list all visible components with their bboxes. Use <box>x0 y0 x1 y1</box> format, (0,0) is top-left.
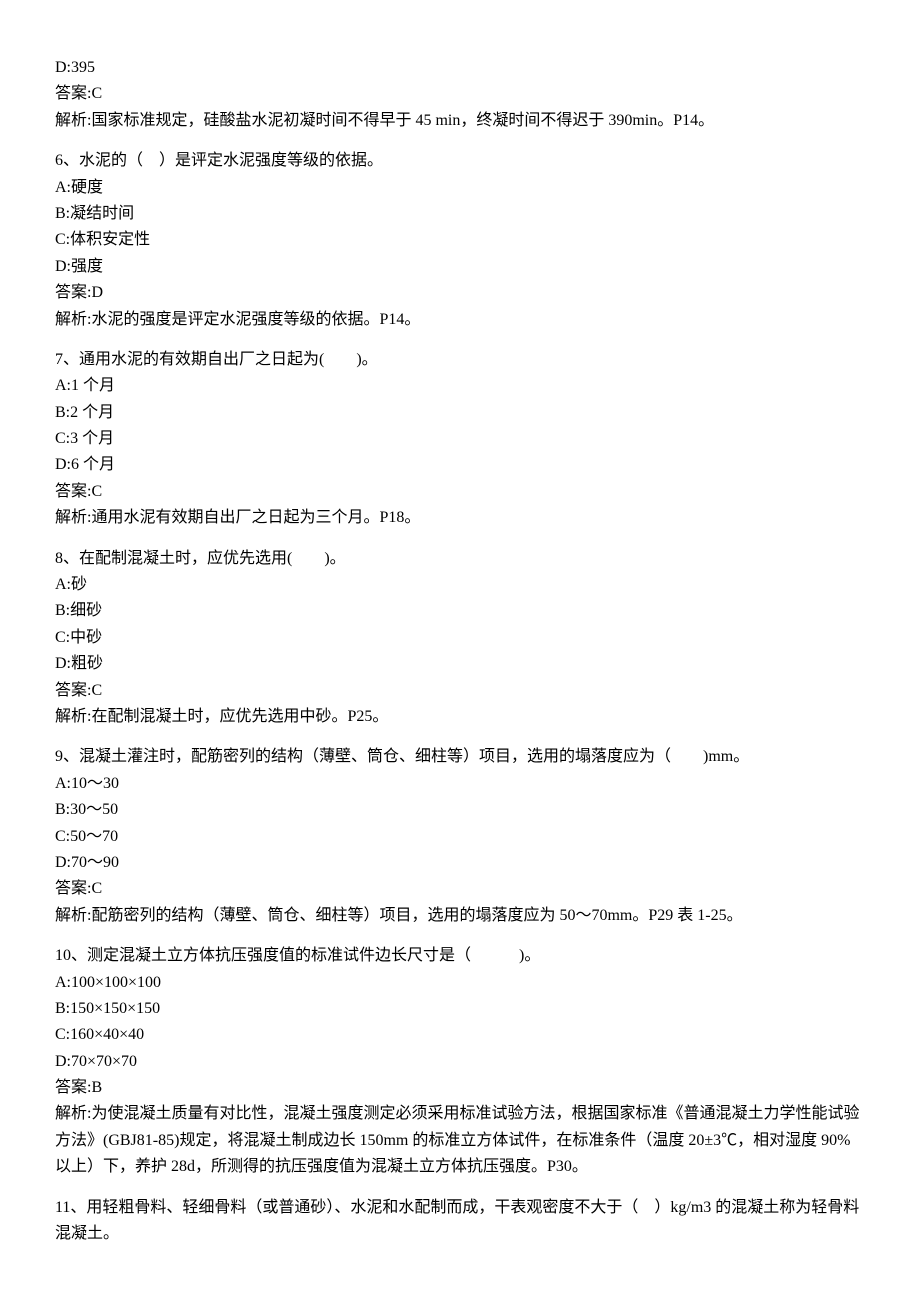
option-b: B:2 个月 <box>55 400 865 426</box>
answer-text: 答案:C <box>55 678 865 704</box>
option-d: D:6 个月 <box>55 452 865 478</box>
option-d: D:70～90 <box>55 850 865 876</box>
option-d: D:粗砂 <box>55 651 865 677</box>
option-c: C:体积安定性 <box>55 227 865 253</box>
explain-text: 解析:在配制混凝土时，应优先选用中砂。P25。 <box>55 704 865 730</box>
option-d: D:强度 <box>55 254 865 280</box>
answer-text: 答案:D <box>55 280 865 306</box>
option-c: C:50～70 <box>55 824 865 850</box>
option-c: C:中砂 <box>55 625 865 651</box>
question-stem: 9、混凝土灌注时，配筋密列的结构（薄壁、筒仓、细柱等）项目，选用的塌落度应为（ … <box>55 744 865 770</box>
question-stem: 6、水泥的（ ）是评定水泥强度等级的依据。 <box>55 148 865 174</box>
question-6: 6、水泥的（ ）是评定水泥强度等级的依据。 A:硬度 B:凝结时间 C:体积安定… <box>55 148 865 333</box>
answer-text: 答案:C <box>55 479 865 505</box>
answer-text: 答案:C <box>55 81 865 107</box>
option-a: A:10～30 <box>55 771 865 797</box>
answer-text: 答案:C <box>55 876 865 902</box>
question-7: 7、通用水泥的有效期自出厂之日起为( )。 A:1 个月 B:2 个月 C:3 … <box>55 347 865 532</box>
option-b: B:细砂 <box>55 598 865 624</box>
question-10: 10、测定混凝土立方体抗压强度值的标准试件边长尺寸是（ )。 A:100×100… <box>55 943 865 1181</box>
option-c: C:3 个月 <box>55 426 865 452</box>
option-a: A:砂 <box>55 572 865 598</box>
answer-text: 答案:B <box>55 1075 865 1101</box>
explain-text: 解析:通用水泥有效期自出厂之日起为三个月。P18。 <box>55 505 865 531</box>
option-c: C:160×40×40 <box>55 1022 865 1048</box>
question-stem: 10、测定混凝土立方体抗压强度值的标准试件边长尺寸是（ )。 <box>55 943 865 969</box>
question-stem: 7、通用水泥的有效期自出厂之日起为( )。 <box>55 347 865 373</box>
explain-text: 解析:为使混凝土质量有对比性，混凝土强度测定必须采用标准试验方法，根据国家标准《… <box>55 1101 865 1180</box>
option-a: A:1 个月 <box>55 373 865 399</box>
question-8: 8、在配制混凝土时，应优先选用( )。 A:砂 B:细砂 C:中砂 D:粗砂 答… <box>55 546 865 731</box>
option-a: A:硬度 <box>55 175 865 201</box>
option-b: B:30～50 <box>55 797 865 823</box>
option-d: D:70×70×70 <box>55 1049 865 1075</box>
option-b: B:凝结时间 <box>55 201 865 227</box>
explain-text: 解析:配筋密列的结构（薄壁、筒仓、细柱等）项目，选用的塌落度应为 50～70mm… <box>55 903 865 929</box>
explain-text: 解析:水泥的强度是评定水泥强度等级的依据。P14。 <box>55 307 865 333</box>
question-stem: 11、用轻粗骨料、轻细骨料（或普通砂）、水泥和水配制而成，干表观密度不大于（ ）… <box>55 1195 865 1248</box>
question-stem: 8、在配制混凝土时，应优先选用( )。 <box>55 546 865 572</box>
question-11: 11、用轻粗骨料、轻细骨料（或普通砂）、水泥和水配制而成，干表观密度不大于（ ）… <box>55 1195 865 1248</box>
option-d: D:395 <box>55 55 865 81</box>
option-a: A:100×100×100 <box>55 970 865 996</box>
option-b: B:150×150×150 <box>55 996 865 1022</box>
question-9: 9、混凝土灌注时，配筋密列的结构（薄壁、筒仓、细柱等）项目，选用的塌落度应为（ … <box>55 744 865 929</box>
explain-text: 解析:国家标准规定，硅酸盐水泥初凝时间不得早于 45 min，终凝时间不得迟于 … <box>55 108 865 134</box>
question-5-partial: D:395 答案:C 解析:国家标准规定，硅酸盐水泥初凝时间不得早于 45 mi… <box>55 55 865 134</box>
